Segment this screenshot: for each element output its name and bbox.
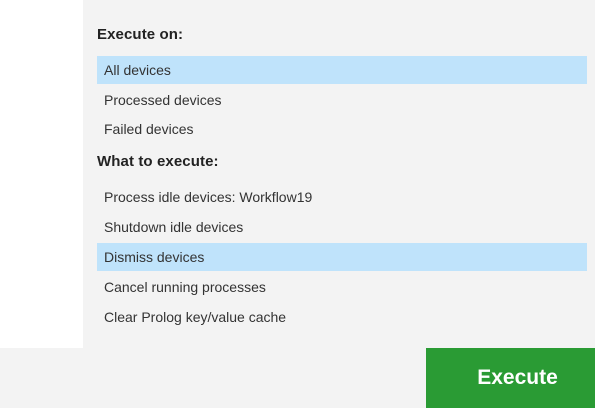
option-label: Process idle devices: Workflow19 [104, 189, 313, 205]
action-option-dismiss-devices[interactable]: Dismiss devices [97, 243, 587, 271]
option-label: All devices [104, 62, 171, 78]
option-label: Failed devices [104, 121, 194, 137]
execute-on-option-all-devices[interactable]: All devices [97, 56, 587, 84]
action-option-process-idle-devices[interactable]: Process idle devices: Workflow19 [97, 183, 587, 211]
option-label: Cancel running processes [104, 279, 266, 295]
execute-on-heading: Execute on: [97, 26, 184, 43]
option-label: Shutdown idle devices [104, 219, 244, 235]
option-label: Processed devices [104, 92, 222, 108]
action-option-clear-prolog-cache[interactable]: Clear Prolog key/value cache [97, 303, 587, 331]
what-to-execute-heading: What to execute: [97, 153, 219, 170]
execute-on-option-processed-devices[interactable]: Processed devices [97, 86, 587, 114]
action-option-shutdown-idle-devices[interactable]: Shutdown idle devices [97, 213, 587, 241]
execute-button[interactable]: Execute [426, 348, 595, 408]
option-label: Clear Prolog key/value cache [104, 309, 287, 325]
execute-dialog: Execute on: All devices Processed device… [0, 0, 595, 408]
execute-on-option-failed-devices[interactable]: Failed devices [97, 115, 587, 143]
option-label: Dismiss devices [104, 249, 205, 265]
action-option-cancel-running-processes[interactable]: Cancel running processes [97, 273, 587, 301]
